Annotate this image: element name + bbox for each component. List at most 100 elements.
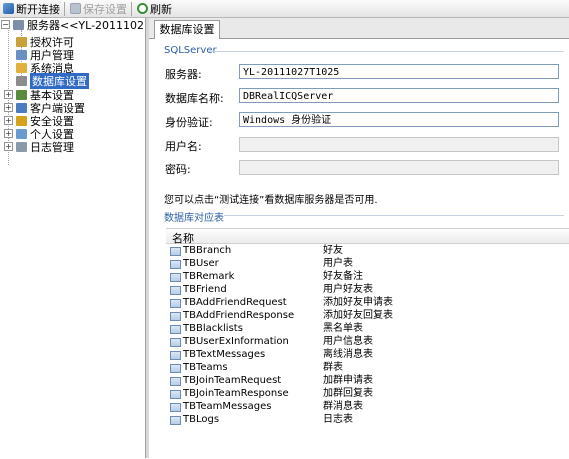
table-name: TBAddFriendRequest <box>183 297 287 308</box>
table-row[interactable]: TBAddFriendResponse 添加好友回复表 <box>166 309 569 322</box>
table-icon <box>170 390 181 399</box>
expand-icon[interactable]: + <box>4 129 13 138</box>
table-description: 群表 <box>323 362 343 373</box>
save-settings-button[interactable]: 保存设置 <box>68 1 129 16</box>
refresh-icon <box>137 3 148 14</box>
table-icon <box>170 364 181 373</box>
table-description: 日志表 <box>323 414 353 425</box>
table-row[interactable]: TBTeams 群表 <box>166 361 569 374</box>
database-name-label: 数据库名称: <box>165 92 224 105</box>
server-icon <box>13 19 24 30</box>
toolbar-separator <box>131 1 132 16</box>
table-description: 添加好友申请表 <box>323 297 393 308</box>
log-icon <box>16 141 27 152</box>
table-name: TBLogs <box>183 414 220 425</box>
password-label: 密码: <box>165 163 191 176</box>
disconnect-button[interactable]: 断开连接 <box>1 1 62 16</box>
tab-bar: 数据库设置 <box>149 18 569 39</box>
table-icon <box>170 273 181 282</box>
expand-icon[interactable]: + <box>4 90 13 99</box>
toolbar: 断开连接 保存设置 刷新 <box>0 0 569 18</box>
username-label: 用户名: <box>165 140 202 153</box>
table-icon <box>170 325 181 334</box>
group-divider <box>224 215 564 216</box>
list-header: 名称 <box>166 229 569 245</box>
message-icon <box>16 62 27 73</box>
table-description: 添加好友回复表 <box>323 310 393 321</box>
table-name: TBUser <box>183 258 219 269</box>
toolbar-separator <box>64 1 65 16</box>
table-description: 离线消息表 <box>323 349 373 360</box>
table-row[interactable]: TBLogs 日志表 <box>166 413 569 426</box>
table-description: 群消息表 <box>323 401 363 412</box>
table-row[interactable]: TBUserExInformation 用户信息表 <box>166 335 569 348</box>
auth-label: 身份验证: <box>165 116 213 129</box>
table-icon <box>170 403 181 412</box>
table-description: 用户信息表 <box>323 336 373 347</box>
database-name-field[interactable]: DBRealICQServer <box>239 88 559 103</box>
table-name: TBFriend <box>183 284 227 295</box>
table-icon <box>170 247 181 256</box>
table-icon <box>170 416 181 425</box>
table-row[interactable]: TBJoinTeamRequest 加群申请表 <box>166 374 569 387</box>
table-row[interactable]: TBRemark 好友备注 <box>166 270 569 283</box>
expand-icon[interactable]: + <box>4 142 13 151</box>
table-description: 黑名单表 <box>323 323 363 334</box>
expand-icon[interactable]: + <box>4 116 13 125</box>
table-name: TBRemark <box>183 271 235 282</box>
table-name: TBBlacklists <box>183 323 243 334</box>
table-icon <box>170 377 181 386</box>
tab-database-settings[interactable]: 数据库设置 <box>154 20 220 39</box>
server-field[interactable]: YL-20111027T1025 <box>239 64 559 79</box>
table-row[interactable]: TBUser 用户表 <box>166 257 569 270</box>
client-icon <box>16 102 27 113</box>
expand-icon[interactable]: + <box>4 103 13 112</box>
password-field[interactable] <box>239 160 559 175</box>
table-list[interactable]: 名称 TBBranch 好友 TBUser 用户表 TBRemark 好友备注 TBFrie… <box>166 228 569 459</box>
refresh-label: 刷新 <box>150 2 172 16</box>
table-icon <box>170 286 181 295</box>
username-field[interactable] <box>239 137 559 152</box>
settings-icon <box>16 89 27 100</box>
table-description: 好友备注 <box>323 271 363 282</box>
table-description: 用户好友表 <box>323 284 373 295</box>
table-name: TBBranch <box>183 245 232 256</box>
table-name: TBTextMessages <box>183 349 266 360</box>
table-icon <box>170 338 181 347</box>
table-row[interactable]: TBBranch 好友 <box>166 244 569 257</box>
test-connection-hint: 您可以点击“测试连接”看数据库服务器是否可用. <box>164 195 378 206</box>
group-divider <box>209 51 564 52</box>
table-name: TBTeamMessages <box>183 401 272 412</box>
disconnect-label: 断开连接 <box>16 2 60 16</box>
license-icon <box>16 36 27 47</box>
database-icon <box>16 75 27 86</box>
table-row[interactable]: TBBlacklists 黑名单表 <box>166 322 569 335</box>
table-row[interactable]: TBAddFriendRequest 添加好友申请表 <box>166 296 569 309</box>
tree-node-group[interactable]: + 日志管理 <box>4 140 74 154</box>
users-icon <box>16 49 27 60</box>
table-row[interactable]: TBTeamMessages 群消息表 <box>166 400 569 413</box>
person-icon <box>16 128 27 139</box>
table-name: TBAddFriendResponse <box>183 310 295 321</box>
refresh-button[interactable]: 刷新 <box>135 1 174 16</box>
table-icon <box>170 260 181 269</box>
table-name: TBJoinTeamRequest <box>183 375 282 386</box>
shield-icon <box>16 115 27 126</box>
table-description: 加群申请表 <box>323 375 373 386</box>
server-label: 服务器: <box>165 68 202 81</box>
table-description: 好友 <box>323 245 343 256</box>
collapse-icon[interactable]: − <box>1 20 10 29</box>
table-row[interactable]: TBJoinTeamResponse 加群回复表 <box>166 387 569 400</box>
table-icon <box>170 299 181 308</box>
save-settings-label: 保存设置 <box>83 2 127 16</box>
table-row[interactable]: TBFriend 用户好友表 <box>166 283 569 296</box>
table-name: TBUserExInformation <box>183 336 289 347</box>
table-row[interactable]: TBTextMessages 离线消息表 <box>166 348 569 361</box>
navigation-tree: − 服务器<<YL-20111027T1025>> 授权许可 用户管理 系统消息 数据… <box>0 18 204 458</box>
table-name: TBJoinTeamResponse <box>183 388 289 399</box>
table-description: 加群回复表 <box>323 388 373 399</box>
tree-node-item[interactable]: 数据库设置 <box>16 72 89 89</box>
table-name: TBTeams <box>183 362 228 373</box>
table-description: 用户表 <box>323 258 353 269</box>
auth-select[interactable]: Windows 身份验证 <box>239 112 559 127</box>
